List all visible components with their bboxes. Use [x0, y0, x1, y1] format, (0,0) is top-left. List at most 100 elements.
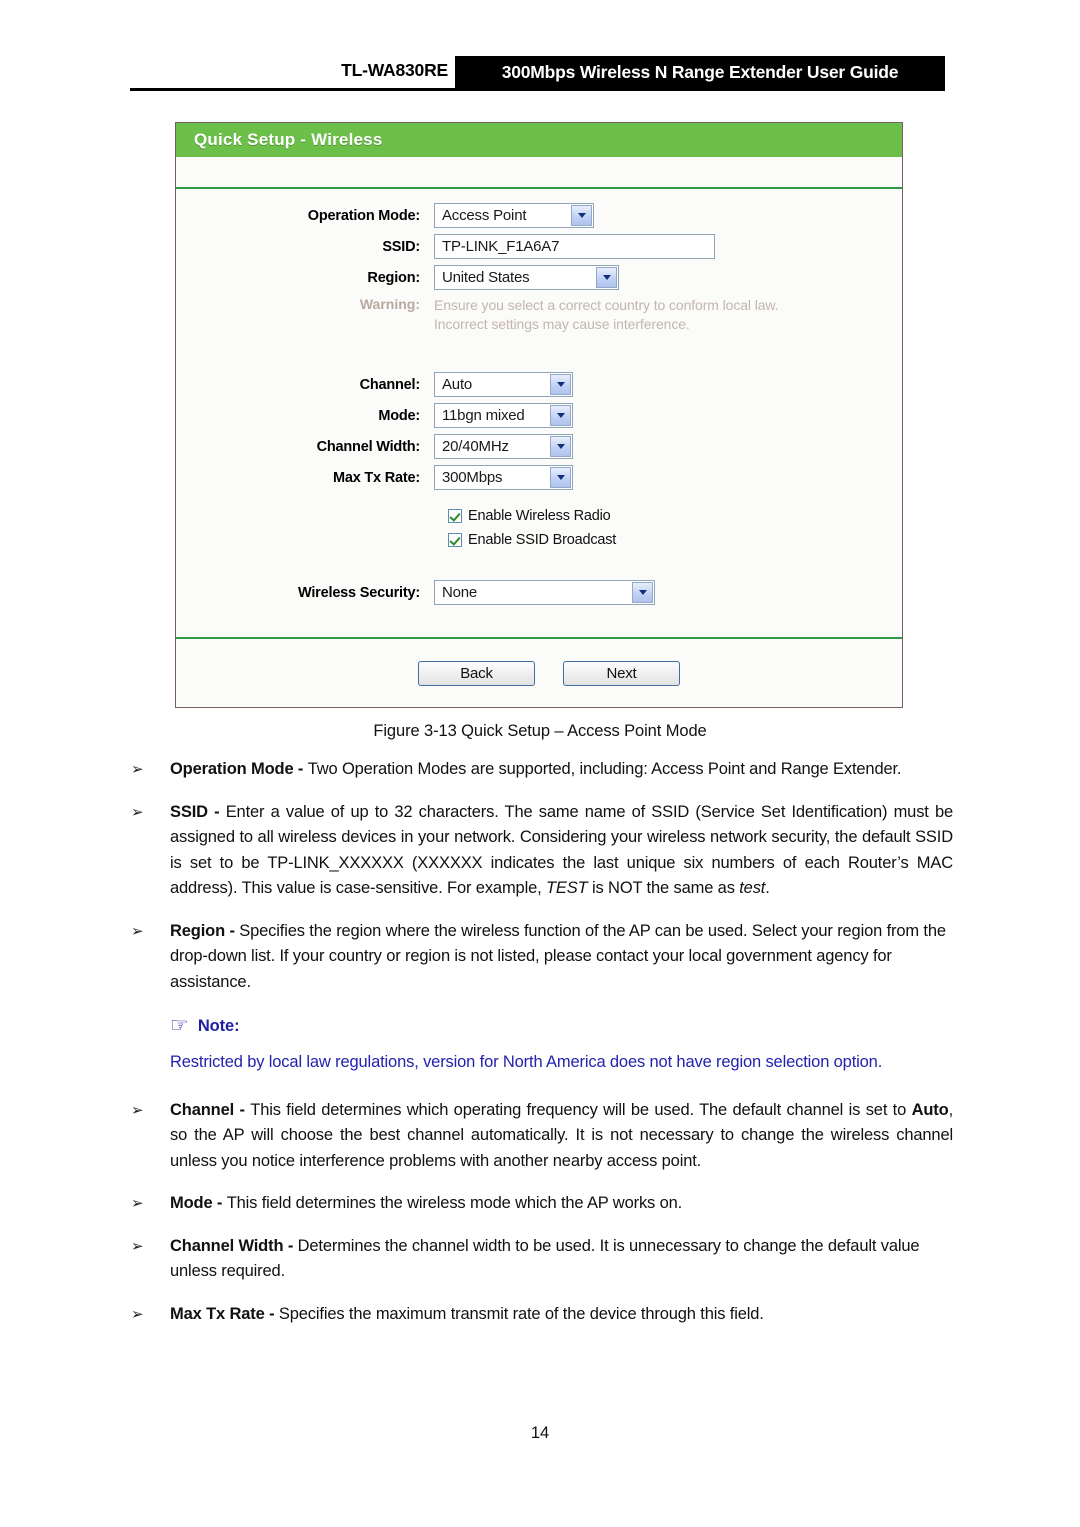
ssid-control: TP-LINK_F1A6A7 — [434, 234, 902, 259]
bullet-marker-icon: ➢ — [131, 1237, 144, 1255]
chevron-down-icon[interactable] — [550, 436, 571, 457]
max-tx-rate-control: 300Mbps — [434, 465, 902, 490]
chevron-down-icon[interactable] — [550, 405, 571, 426]
enable-ssid-broadcast-label: Enable SSID Broadcast — [468, 532, 617, 548]
bullet-operation-mode: ➢ Operation Mode - Two Operation Modes a… — [128, 757, 953, 783]
region-value: United States — [442, 269, 530, 286]
warning-line-1: Ensure you select a correct country to c… — [434, 297, 779, 313]
page-number: 14 — [530, 1424, 550, 1442]
header-rule — [130, 88, 945, 91]
mode-select[interactable]: 11bgn mixed — [434, 403, 573, 428]
figure-caption: Figure 3-13 Quick Setup – Access Point M… — [373, 722, 707, 740]
channel-width-label: Channel Width: — [316, 438, 421, 455]
panel-title: Quick Setup - Wireless — [194, 130, 383, 149]
wireless-security-select[interactable]: None — [434, 580, 655, 605]
operation-mode-value: Access Point — [442, 207, 527, 224]
bullet-term: Channel - — [170, 1100, 251, 1119]
bullet-body-a: This field determines which operating fr… — [250, 1100, 912, 1119]
bullet-term: SSID - — [170, 802, 226, 821]
chevron-down-icon[interactable] — [550, 467, 571, 488]
bullet-channel-text: Channel - This field determines which op… — [170, 1098, 953, 1175]
bullet-max-tx-rate-text: Max Tx Rate - Specifies the maximum tran… — [170, 1302, 953, 1328]
channel-value: Auto — [442, 376, 473, 393]
warning-label: Warning: — [359, 296, 420, 312]
field-row-region: Region: United States — [176, 265, 902, 290]
back-button[interactable]: Back — [418, 660, 535, 686]
channel-width-control: 20/40MHz — [434, 434, 902, 459]
warning-line-2: Incorrect settings may cause interferenc… — [434, 316, 690, 332]
bullet-marker-icon: ➢ — [131, 1305, 144, 1323]
panel-title-bar: Quick Setup - Wireless — [176, 123, 902, 157]
field-row-ssid: SSID: TP-LINK_F1A6A7 — [176, 234, 902, 259]
chevron-down-icon[interactable] — [571, 205, 592, 226]
bullet-marker-icon: ➢ — [131, 1101, 144, 1119]
chevron-down-icon[interactable] — [550, 374, 571, 395]
operation-mode-select[interactable]: Access Point — [434, 203, 594, 228]
bullet-italic-test-lower: test — [739, 879, 766, 897]
bullet-term: Operation Mode - — [170, 760, 308, 778]
region-select[interactable]: United States — [434, 265, 619, 290]
bullet-ssid-text: SSID - Enter a value of up to 32 charact… — [170, 800, 953, 902]
channel-select[interactable]: Auto — [434, 372, 573, 397]
field-row-operation-mode: Operation Mode: Access Point — [176, 203, 902, 228]
bullet-mode: ➢ Mode - This field determines the wirel… — [128, 1191, 953, 1217]
max-tx-rate-value: 300Mbps — [442, 469, 503, 486]
bullet-max-tx-rate: ➢ Max Tx Rate - Specifies the maximum tr… — [128, 1302, 953, 1328]
header-model-name: TL-WA830RE — [341, 60, 448, 80]
note-title: Note: — [197, 1017, 240, 1035]
checkbox-row-enable-ssid-broadcast: Enable SSID Broadcast — [176, 532, 902, 548]
note-heading: ☞ Note: — [128, 1013, 953, 1037]
mode-label: Mode: — [378, 407, 420, 424]
chevron-down-icon[interactable] — [596, 267, 617, 288]
max-tx-rate-select[interactable]: 300Mbps — [434, 465, 573, 490]
ssid-label: SSID: — [382, 238, 420, 255]
warning-row: Warning: Ensure you select a correct cou… — [176, 296, 902, 334]
mode-control: 11bgn mixed — [434, 403, 902, 428]
chevron-down-icon[interactable] — [632, 582, 653, 603]
mode-value: 11bgn mixed — [442, 407, 525, 424]
panel-footer: Back Next — [176, 637, 902, 707]
bullet-ssid: ➢ SSID - Enter a value of up to 32 chara… — [128, 800, 953, 902]
bullet-italic-test-upper: TEST — [545, 879, 588, 897]
panel-subbar — [176, 157, 902, 189]
next-button[interactable]: Next — [563, 660, 680, 686]
bullet-body: Two Operation Modes are supported, inclu… — [307, 760, 902, 778]
pointing-hand-icon: ☞ — [170, 1013, 189, 1037]
region-control: United States — [434, 265, 902, 290]
checkbox-row-enable-wireless-radio: Enable Wireless Radio — [176, 508, 902, 524]
ssid-input[interactable]: TP-LINK_F1A6A7 — [434, 234, 715, 259]
enable-wireless-radio-label: Enable Wireless Radio — [468, 508, 611, 524]
max-tx-rate-label: Max Tx Rate: — [332, 469, 420, 486]
bullet-channel: ➢ Channel - This field determines which … — [128, 1098, 953, 1175]
field-row-channel: Channel: Auto — [176, 372, 902, 397]
bullet-region: ➢ Region - Specifies the region where th… — [128, 919, 953, 996]
bullet-mode-text: Mode - This field determines the wireles… — [170, 1191, 953, 1217]
operation-mode-label: Operation Mode: — [307, 207, 420, 224]
bullet-channel-width-text: Channel Width - Determines the channel w… — [170, 1234, 953, 1285]
field-row-wireless-security: Wireless Security: None — [176, 580, 902, 605]
enable-wireless-radio-checkbox[interactable] — [448, 509, 462, 523]
bullet-operation-mode-text: Operation Mode - Two Operation Modes are… — [170, 757, 953, 783]
channel-label: Channel: — [359, 376, 421, 393]
panel-form-body: Operation Mode: Access Point SSID: TP-LI… — [176, 189, 902, 637]
channel-width-select[interactable]: 20/40MHz — [434, 434, 573, 459]
document-body: ➢ Operation Mode - Two Operation Modes a… — [128, 757, 953, 1344]
bullet-term: Channel Width - — [170, 1236, 298, 1255]
page-header: TL-WA830RE 300Mbps Wireless N Range Exte… — [0, 0, 1080, 100]
bullet-bold-auto: Auto — [911, 1100, 949, 1119]
note-body-text: Restricted by local law regulations, ver… — [170, 1053, 883, 1071]
wireless-security-value: None — [442, 584, 478, 601]
bullet-region-text: Region - Specifies the region where the … — [170, 919, 953, 996]
bullet-body: This field determines the wireless mode … — [226, 1194, 683, 1212]
header-title-banner: 300Mbps Wireless N Range Extender User G… — [455, 56, 945, 88]
bullet-term: Region - — [170, 921, 240, 940]
enable-ssid-broadcast-checkbox[interactable] — [448, 533, 462, 547]
warning-text: Ensure you select a correct country to c… — [434, 296, 779, 334]
channel-control: Auto — [434, 372, 902, 397]
field-row-mode: Mode: 11bgn mixed — [176, 403, 902, 428]
bullet-marker-icon: ➢ — [131, 1195, 144, 1212]
